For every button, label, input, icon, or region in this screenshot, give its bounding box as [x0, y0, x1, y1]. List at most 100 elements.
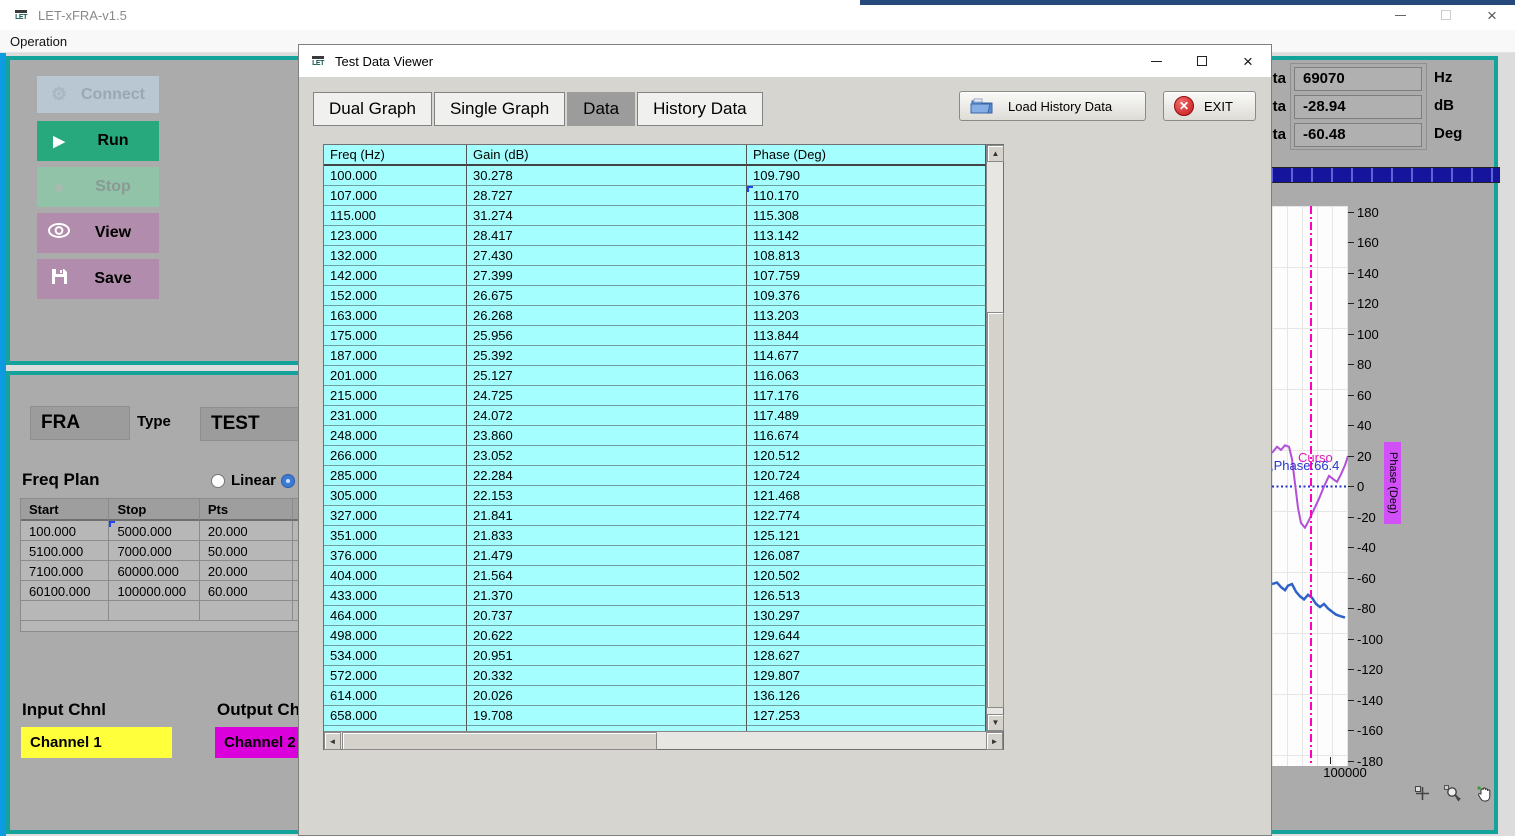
- table-cell[interactable]: 125.121: [747, 526, 986, 546]
- table-cell[interactable]: 20.951: [467, 646, 747, 666]
- table-cell[interactable]: 113.844: [747, 326, 986, 346]
- plan-cell[interactable]: 7100.000: [21, 561, 109, 581]
- table-cell[interactable]: 120.724: [747, 466, 986, 486]
- crosshair-tool-icon[interactable]: [1414, 785, 1431, 803]
- tab-data[interactable]: Data: [567, 92, 635, 126]
- radio-linear[interactable]: Linear: [211, 472, 276, 489]
- scroll-down-button[interactable]: ▼: [987, 714, 1004, 731]
- view-button[interactable]: View: [37, 213, 159, 253]
- table-cell[interactable]: 25.956: [467, 326, 747, 346]
- load-history-data-button[interactable]: Load History Data: [959, 91, 1146, 121]
- table-cell[interactable]: 115.000: [324, 206, 467, 226]
- table-cell[interactable]: 215.000: [324, 386, 467, 406]
- table-cell[interactable]: 132.000: [324, 246, 467, 266]
- table-cell[interactable]: 20.622: [467, 626, 747, 646]
- table-cell[interactable]: 114.677: [747, 346, 986, 366]
- table-cell[interactable]: 117.489: [747, 406, 986, 426]
- plan-cell[interactable]: 50.000: [200, 541, 293, 561]
- plan-cell[interactable]: 5000.000: [109, 521, 199, 541]
- scroll-left-button[interactable]: ◄: [324, 732, 341, 750]
- zoom-tool-icon[interactable]: [1444, 785, 1463, 803]
- table-cell[interactable]: 122.774: [747, 506, 986, 526]
- table-cell[interactable]: 163.000: [324, 306, 467, 326]
- table-cell[interactable]: 21.564: [467, 566, 747, 586]
- delta-value-box[interactable]: -60.48: [1294, 123, 1422, 147]
- table-cell[interactable]: 433.000: [324, 586, 467, 606]
- horizontal-scrollbar-thumb[interactable]: [342, 732, 657, 750]
- delta-value-box[interactable]: 69070: [1294, 67, 1422, 91]
- table-cell[interactable]: 25.392: [467, 346, 747, 366]
- table-cell[interactable]: 113.142: [747, 226, 986, 246]
- plan-cell[interactable]: 100.000: [21, 521, 109, 541]
- table-cell[interactable]: 27.430: [467, 246, 747, 266]
- table-cell[interactable]: 123.000: [324, 226, 467, 246]
- stop-button[interactable]: ■ Stop: [37, 167, 159, 207]
- table-cell[interactable]: 152.000: [324, 286, 467, 306]
- table-cell[interactable]: 20.026: [467, 686, 747, 706]
- table-cell[interactable]: 126.513: [747, 586, 986, 606]
- table-cell[interactable]: 116.674: [747, 426, 986, 446]
- table-cell[interactable]: 24.725: [467, 386, 747, 406]
- phase-graph-plot[interactable]: Curso ,Phase:66.4: [1272, 206, 1348, 766]
- dialog-close-button[interactable]: ×: [1225, 45, 1271, 77]
- header-freq[interactable]: Freq (Hz): [324, 145, 467, 166]
- table-cell[interactable]: 26.268: [467, 306, 747, 326]
- table-cell[interactable]: 120.502: [747, 566, 986, 586]
- table-cell[interactable]: 28.727: [467, 186, 747, 206]
- table-cell[interactable]: 201.000: [324, 366, 467, 386]
- table-cell[interactable]: 109.376: [747, 286, 986, 306]
- tab-history-data[interactable]: History Data: [637, 92, 763, 126]
- tab-single-graph[interactable]: Single Graph: [434, 92, 565, 126]
- table-cell[interactable]: 21.370: [467, 586, 747, 606]
- table-cell[interactable]: 136.126: [747, 686, 986, 706]
- maximize-button[interactable]: [1423, 0, 1469, 30]
- table-cell[interactable]: 24.072: [467, 406, 747, 426]
- radio-log-circle-icon[interactable]: [281, 474, 295, 488]
- table-cell[interactable]: 23.860: [467, 426, 747, 446]
- table-cell[interactable]: 175.000: [324, 326, 467, 346]
- table-cell[interactable]: 107.000: [324, 186, 467, 206]
- minimize-button[interactable]: [1377, 0, 1423, 30]
- table-cell[interactable]: 142.000: [324, 266, 467, 286]
- run-button[interactable]: ▶ Run: [37, 121, 159, 161]
- table-cell[interactable]: 129.644: [747, 626, 986, 646]
- table-cell[interactable]: 327.000: [324, 506, 467, 526]
- table-cell[interactable]: 534.000: [324, 646, 467, 666]
- table-cell[interactable]: 108.813: [747, 246, 986, 266]
- menu-operation[interactable]: Operation: [10, 34, 67, 49]
- table-cell[interactable]: 31.274: [467, 206, 747, 226]
- table-cell[interactable]: 376.000: [324, 546, 467, 566]
- table-cell[interactable]: 126.087: [747, 546, 986, 566]
- table-cell[interactable]: 231.000: [324, 406, 467, 426]
- table-cell[interactable]: 107.759: [747, 266, 986, 286]
- plan-cell[interactable]: 60.000: [200, 581, 293, 601]
- table-cell[interactable]: 614.000: [324, 686, 467, 706]
- scroll-right-button[interactable]: ►: [986, 732, 1003, 750]
- table-cell[interactable]: 26.675: [467, 286, 747, 306]
- exit-button[interactable]: ✕ EXIT: [1163, 91, 1256, 121]
- table-cell[interactable]: 404.000: [324, 566, 467, 586]
- plan-cell[interactable]: 7000.000: [109, 541, 199, 561]
- table-cell[interactable]: 187.000: [324, 346, 467, 366]
- plan-cell[interactable]: 60000.000: [109, 561, 199, 581]
- plan-cell[interactable]: [109, 601, 199, 621]
- vertical-scrollbar-thumb[interactable]: [987, 312, 1004, 708]
- table-cell[interactable]: 498.000: [324, 626, 467, 646]
- radio-linear-circle-icon[interactable]: [211, 474, 225, 488]
- header-phase[interactable]: Phase (Deg): [747, 145, 986, 166]
- table-cell[interactable]: 117.176: [747, 386, 986, 406]
- table-cell[interactable]: 22.153: [467, 486, 747, 506]
- table-cell[interactable]: 285.000: [324, 466, 467, 486]
- table-cell[interactable]: 658.000: [324, 706, 467, 726]
- table-cell[interactable]: 21.833: [467, 526, 747, 546]
- plan-cell[interactable]: 20.000: [200, 521, 293, 541]
- horizontal-scrollbar[interactable]: ◄ ►: [324, 731, 1003, 749]
- save-button[interactable]: Save: [37, 259, 159, 299]
- table-cell[interactable]: 30.278: [467, 166, 747, 186]
- table-cell[interactable]: 130.297: [747, 606, 986, 626]
- table-cell[interactable]: 28.417: [467, 226, 747, 246]
- table-cell[interactable]: 116.063: [747, 366, 986, 386]
- table-cell[interactable]: 113.203: [747, 306, 986, 326]
- plan-cell[interactable]: 60100.000: [21, 581, 109, 601]
- table-cell[interactable]: 115.308: [747, 206, 986, 226]
